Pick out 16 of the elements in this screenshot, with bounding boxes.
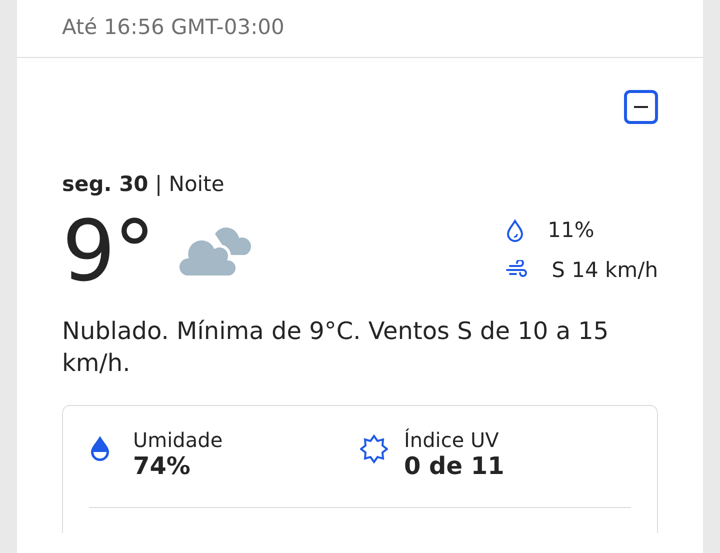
detail-value: 0 de 11 [404,452,504,482]
separator: | [154,172,162,196]
humidity-icon [89,434,111,462]
detail-value: 74% [133,452,192,482]
temperature: 9° [62,208,154,292]
detail-label: Índice UV [404,428,500,452]
forecast-description: Nublado. Mínima de 9°C. Ventos S de 10 a 15 km/h. [62,316,610,379]
raindrop-icon [506,218,524,243]
period-label: Noite [168,172,224,196]
sun-icon [360,434,388,464]
update-time: Até 16:56 GMT-03:00 [62,15,284,39]
precipitation-chance: 11% [548,217,594,244]
detail-label: Umidade [133,428,223,452]
day-label: seg. 30 [62,172,148,196]
collapse-button[interactable] [624,90,658,124]
wind-speed: S 14 km/h [552,256,658,284]
